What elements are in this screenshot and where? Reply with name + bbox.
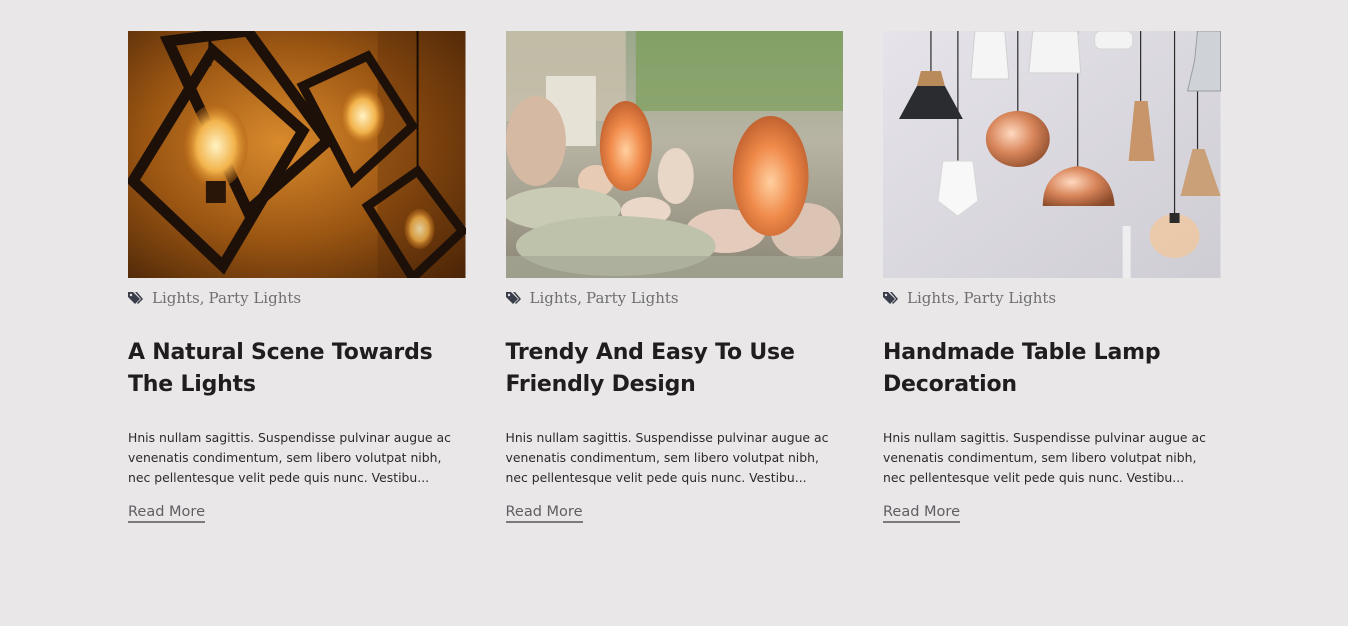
- category-link-lights[interactable]: Lights: [907, 289, 955, 307]
- post-card: Lights, Party Lights Trendy And Easy To …: [505, 31, 844, 523]
- post-categories: Lights, Party Lights: [505, 288, 844, 308]
- post-thumbnail-link[interactable]: [883, 31, 1221, 278]
- blog-post-grid: Lights, Party Lights A Natural Scene Tow…: [128, 31, 1221, 523]
- hanging-bulbs-image: [128, 31, 466, 278]
- post-excerpt: Hnis nullam sagittis. Suspendisse pulvin…: [128, 430, 451, 485]
- post-title[interactable]: Handmade Table Lamp Decoration: [883, 337, 1221, 401]
- read-more-link[interactable]: Read More: [883, 504, 960, 523]
- post-thumbnail-link[interactable]: [505, 31, 843, 278]
- category-link-lights[interactable]: Lights: [152, 289, 200, 307]
- read-more-link[interactable]: Read More: [128, 504, 205, 523]
- tags-icon: [128, 291, 144, 305]
- tags-icon: [883, 291, 899, 305]
- post-categories: Lights, Party Lights: [128, 288, 466, 308]
- pendant-lamps-image: [883, 31, 1221, 278]
- post-title[interactable]: A Natural Scene Towards The Lights: [128, 337, 466, 401]
- category-separator: ,: [577, 289, 583, 307]
- post-excerpt: Hnis nullam sagittis. Suspendisse pulvin…: [883, 430, 1206, 485]
- post-excerpt: Hnis nullam sagittis. Suspendisse pulvin…: [505, 430, 829, 485]
- tags-icon: [505, 291, 522, 305]
- category-link-party-lights[interactable]: Party Lights: [586, 289, 679, 307]
- post-title[interactable]: Trendy And Easy To Use Friendly Design: [506, 337, 844, 401]
- post-categories: Lights, Party Lights: [883, 288, 1221, 308]
- post-card: Lights, Party Lights A Natural Scene Tow…: [128, 31, 466, 523]
- post-thumbnail-link[interactable]: [128, 31, 466, 278]
- category-link-party-lights[interactable]: Party Lights: [964, 289, 1057, 307]
- read-more-link[interactable]: Read More: [505, 504, 583, 523]
- category-link-party-lights[interactable]: Party Lights: [209, 289, 302, 307]
- category-separator: ,: [199, 289, 205, 307]
- category-separator: ,: [954, 289, 960, 307]
- post-card: Lights, Party Lights Handmade Table Lamp…: [883, 31, 1221, 523]
- category-link-lights[interactable]: Lights: [530, 289, 578, 307]
- salt-lamps-image: [505, 31, 843, 278]
